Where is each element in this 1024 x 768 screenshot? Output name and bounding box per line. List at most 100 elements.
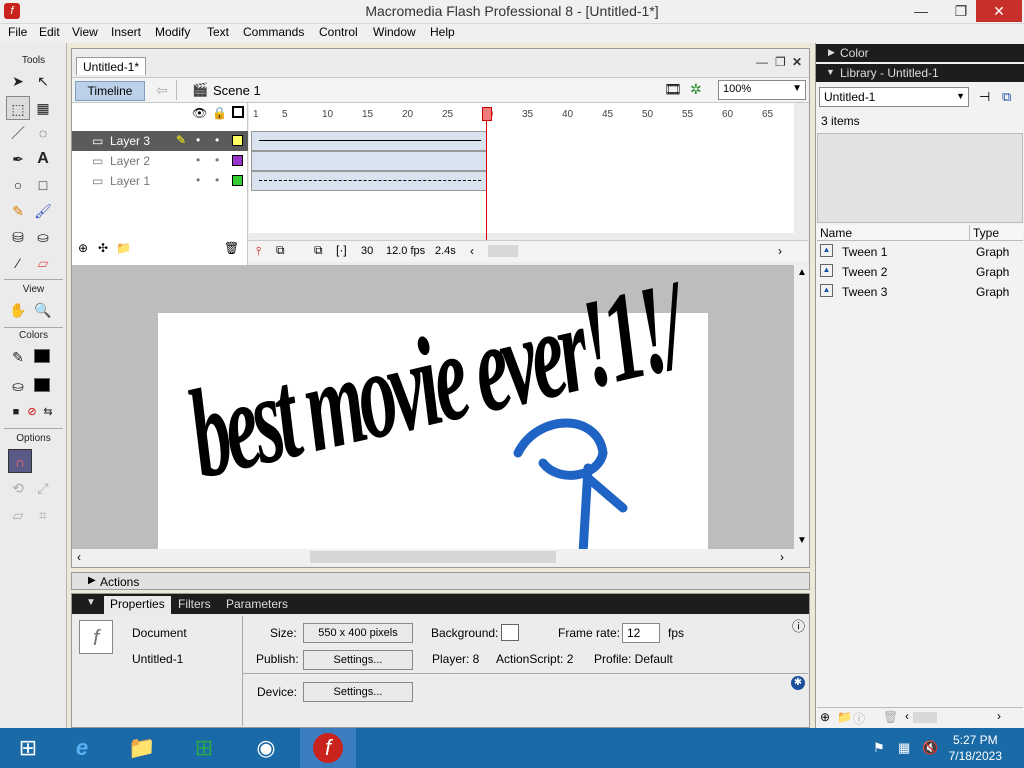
lock-dot-icon[interactable]: • [215, 133, 219, 147]
line-tool-icon[interactable]: ／ [6, 121, 30, 145]
subselection-tool-icon[interactable]: ↖ [31, 69, 55, 93]
menu-view[interactable]: View [68, 25, 102, 39]
volume-muted-icon[interactable]: 🔇 [922, 740, 938, 756]
playhead[interactable] [482, 107, 492, 121]
scroll-down-icon[interactable]: ▼ [797, 535, 807, 546]
zoom-tool-icon[interactable]: 🔍 [31, 298, 55, 322]
snap-magnet-icon[interactable]: ∩ [8, 449, 32, 473]
lock-icon[interactable]: 🔒 [212, 106, 227, 120]
file-explorer-icon[interactable]: 📁 [114, 728, 170, 768]
list-item[interactable]: ▲ Tween 2 Graph [820, 263, 1020, 283]
fill-transform-tool-icon[interactable]: ▦ [31, 96, 55, 120]
close-button[interactable]: ✕ [976, 0, 1022, 22]
tween-span[interactable] [251, 131, 487, 151]
eyedropper-tool-icon[interactable]: ⁄ [6, 251, 30, 275]
new-folder-icon[interactable]: 📁 [837, 710, 852, 724]
visible-dot-icon[interactable]: • [196, 153, 200, 167]
scroll-left-icon[interactable]: ‹ [77, 550, 81, 564]
lock-dot-icon[interactable]: • [215, 153, 219, 167]
visible-dot-icon[interactable]: • [196, 133, 200, 147]
oval-tool-icon[interactable]: ○ [6, 173, 30, 197]
scroll-left-icon[interactable]: ‹ [905, 709, 909, 723]
add-folder-icon[interactable]: 📁 [116, 241, 131, 255]
swap-colors-icon[interactable]: ⇆ [36, 400, 60, 424]
add-guide-layer-icon[interactable]: ✣ [98, 241, 108, 255]
doc-minimize-icon[interactable]: — [756, 55, 768, 69]
library-panel-header[interactable]: ▼ Library - Untitled-1 [816, 64, 1024, 82]
publish-settings-button[interactable]: Settings... [303, 650, 413, 670]
name-column[interactable]: Name [820, 226, 852, 240]
flag-icon[interactable]: ⚑ [873, 740, 885, 756]
doc-restore-icon[interactable]: ❐ [775, 55, 786, 69]
hand-tool-icon[interactable]: ✋ [6, 298, 30, 322]
lasso-tool-icon[interactable]: ◌ [31, 121, 55, 145]
scroll-right-icon[interactable]: › [997, 709, 1001, 723]
menu-window[interactable]: Window [369, 25, 420, 39]
accessibility-icon[interactable]: ✱ [791, 676, 805, 690]
add-layer-icon[interactable]: ⊕ [78, 241, 88, 255]
eye-icon[interactable]: 👁 [192, 106, 207, 120]
stage-vertical-scrollbar[interactable]: ▲ ▼ [794, 265, 809, 549]
library-scroll-thumb[interactable] [913, 712, 937, 723]
layer-color-swatch[interactable] [232, 135, 243, 146]
zoom-select[interactable]: 100% ▼ [718, 80, 806, 100]
visible-dot-icon[interactable]: • [196, 173, 200, 187]
new-symbol-icon[interactable]: ⊕ [820, 710, 830, 724]
system-clock[interactable]: 5:27 PM 7/18/2023 [949, 732, 1002, 764]
menu-file[interactable]: File [4, 25, 31, 39]
layer-row[interactable]: ▭ Layer 1 • • [72, 171, 248, 191]
new-library-icon[interactable]: ⧉ [1002, 89, 1011, 105]
tab-parameters[interactable]: Parameters [226, 597, 288, 611]
menu-text[interactable]: Text [203, 25, 233, 39]
actions-panel-bar[interactable]: ▶ Actions [71, 572, 810, 590]
store-icon[interactable]: ⊞ [176, 728, 232, 768]
color-panel-header[interactable]: ▶ Color [816, 44, 1024, 62]
layer-row[interactable]: ▭ Layer 2 • • [72, 151, 248, 171]
tab-properties[interactable]: Properties [104, 596, 171, 614]
list-item[interactable]: ▲ Tween 1 Graph [820, 243, 1020, 263]
internet-explorer-icon[interactable]: e [54, 728, 110, 768]
edit-scene-icon[interactable]: 🎞 [664, 81, 682, 98]
center-frame-icon[interactable]: ⫯ [256, 244, 261, 259]
pin-icon[interactable]: ⊣ [979, 89, 990, 105]
size-button[interactable]: 550 x 400 pixels [303, 623, 413, 643]
layer-color-swatch[interactable] [232, 175, 243, 186]
paint-bucket-tool-icon[interactable]: ⛀ [31, 225, 55, 249]
layer-row[interactable]: ▭ Layer 3 ✎ • • [72, 131, 248, 151]
maximize-button[interactable]: ❐ [942, 0, 980, 22]
brush-tool-icon[interactable]: 🖌 [31, 199, 55, 223]
scroll-right-icon[interactable]: › [778, 244, 782, 258]
stage[interactable]: best movie ever!1!/ [158, 265, 708, 549]
minimize-button[interactable]: — [902, 0, 940, 22]
tween-span[interactable] [251, 171, 487, 191]
menu-commands[interactable]: Commands [239, 25, 308, 39]
menu-insert[interactable]: Insert [107, 25, 145, 39]
selection-tool-icon[interactable]: ➤ [6, 69, 30, 93]
device-settings-button[interactable]: Settings... [303, 682, 413, 702]
onion-markers-icon[interactable]: [·] [336, 243, 347, 257]
list-item[interactable]: ▲ Tween 3 Graph [820, 283, 1020, 303]
type-column[interactable]: Type [973, 226, 999, 240]
background-color-swatch[interactable] [501, 624, 519, 641]
timeline-scrollbar-thumb[interactable] [488, 245, 518, 257]
start-windows-icon[interactable]: ⊞ [0, 728, 56, 768]
delete-layer-icon[interactable]: 🗑 [224, 241, 239, 255]
fill-color-swatch[interactable] [34, 378, 50, 392]
scroll-left-icon[interactable]: ‹ [470, 244, 474, 258]
help-icon[interactable]: ⓘ [792, 616, 805, 635]
doc-close-icon[interactable]: ✕ [792, 55, 802, 69]
timeline-toggle-button[interactable]: Timeline [75, 81, 145, 101]
free-transform-tool-icon[interactable]: ⬚ [6, 96, 30, 120]
collapse-triangle-icon[interactable]: ▼ [86, 597, 96, 608]
edit-multiple-icon[interactable]: ⧉ [314, 243, 323, 258]
frame-rate-input[interactable]: 12 [622, 623, 660, 643]
flash-taskbar-icon[interactable]: f [300, 728, 356, 768]
ink-bottle-tool-icon[interactable]: ⛁ [6, 225, 30, 249]
lock-dot-icon[interactable]: • [215, 173, 219, 187]
document-tab[interactable]: Untitled-1* [76, 57, 146, 75]
pen-tool-icon[interactable]: ✒ [6, 147, 30, 171]
stage-horizontal-scrollbar[interactable]: ‹ › [72, 549, 809, 566]
scroll-up-icon[interactable]: ▲ [797, 267, 807, 278]
menu-control[interactable]: Control [315, 25, 362, 39]
rectangle-tool-icon[interactable]: □ [31, 173, 55, 197]
